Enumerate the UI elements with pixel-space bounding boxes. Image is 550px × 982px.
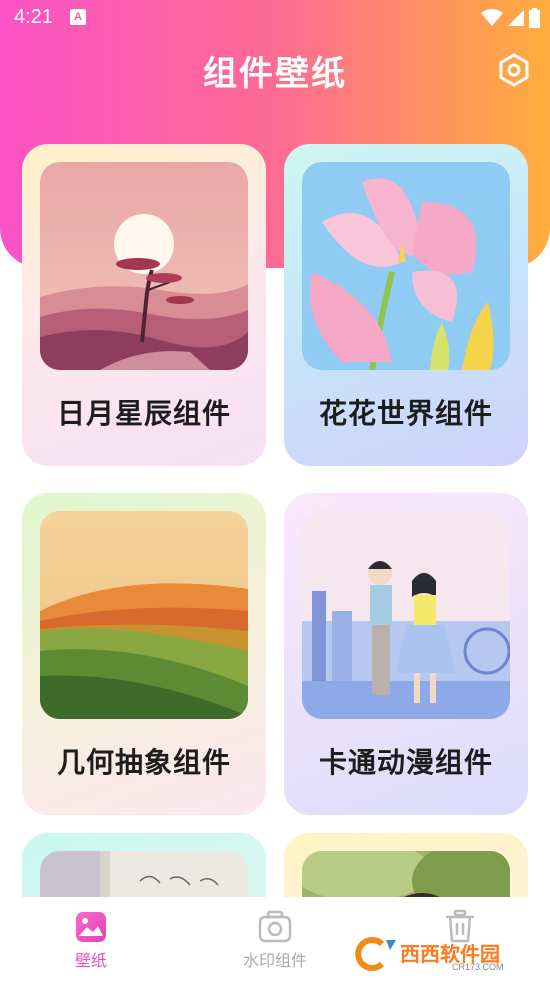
nav-label: 壁纸	[74, 951, 107, 970]
pink-tulip-photo	[302, 162, 510, 370]
status-icons	[481, 8, 540, 28]
rolling-hills-illustration	[40, 511, 248, 719]
card-thumbnail	[302, 511, 510, 719]
battery-icon	[529, 8, 540, 28]
card-thumbnail	[40, 162, 248, 370]
card-label: 花花世界组件	[318, 397, 493, 430]
watermark-logo-icon	[355, 937, 396, 971]
signal-icon	[508, 10, 524, 26]
image-icon	[76, 912, 106, 942]
nav-label: 水印组件	[242, 951, 307, 970]
card-geometric-abstract[interactable]: 几何抽象组件	[22, 493, 266, 815]
status-bar: 4:21 A	[0, 0, 550, 36]
watermark-url: CR173.COM	[452, 962, 504, 972]
site-watermark: 西西软件园 CR173.COM	[352, 934, 532, 974]
card-label: 几何抽象组件	[56, 746, 231, 779]
card-label: 日月星辰组件	[56, 397, 231, 430]
anime-couple-illustration	[302, 511, 510, 719]
settings-button[interactable]	[496, 52, 532, 88]
nav-wallpaper[interactable]: 壁纸	[31, 909, 151, 971]
card-thumbnail	[40, 511, 248, 719]
settings-hexagon-icon	[499, 53, 529, 87]
card-cartoon-anime[interactable]: 卡通动漫组件	[284, 493, 528, 815]
card-flower-world[interactable]: 花花世界组件	[284, 144, 528, 466]
status-time: 4:21	[14, 6, 53, 28]
nav-watermark-widget[interactable]: 水印组件	[215, 909, 335, 971]
sunset-tree-illustration	[40, 162, 248, 370]
card-thumbnail	[302, 162, 510, 370]
page-title: 组件壁纸	[203, 54, 347, 94]
card-label: 卡通动漫组件	[318, 746, 493, 779]
camera-icon	[258, 910, 292, 943]
wifi-icon	[481, 9, 503, 26]
notification-icon: A	[70, 9, 86, 25]
card-sun-moon-stars[interactable]: 日月星辰组件	[22, 144, 266, 466]
